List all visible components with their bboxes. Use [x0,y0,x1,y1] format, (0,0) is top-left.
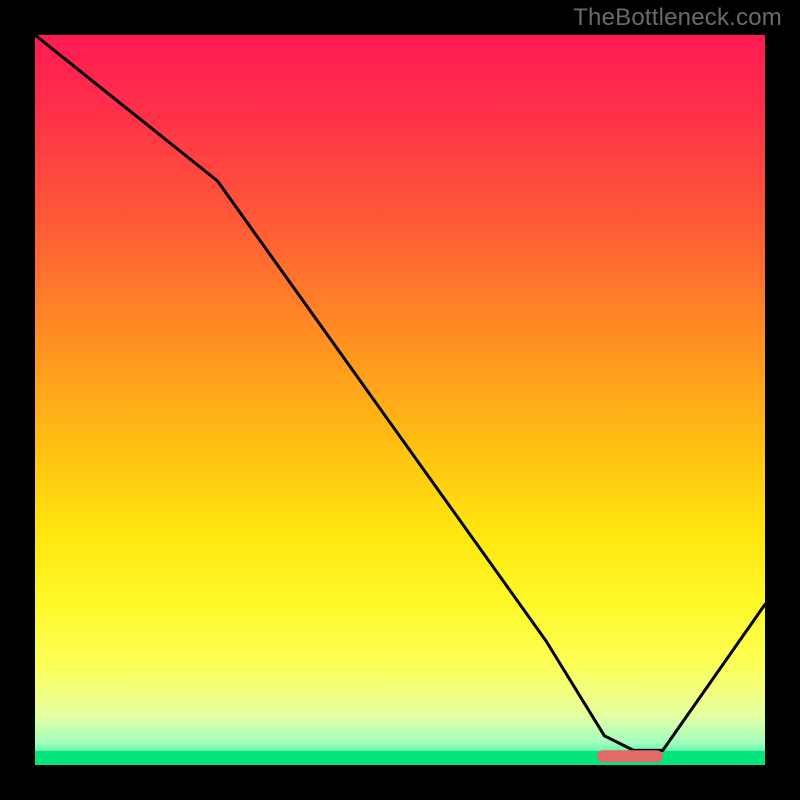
chart-plot-area [35,35,765,765]
watermark-text: TheBottleneck.com [573,4,782,32]
chart-curve-line [35,35,765,750]
chart-svg [35,35,765,765]
chart-marker-bar [597,750,663,762]
